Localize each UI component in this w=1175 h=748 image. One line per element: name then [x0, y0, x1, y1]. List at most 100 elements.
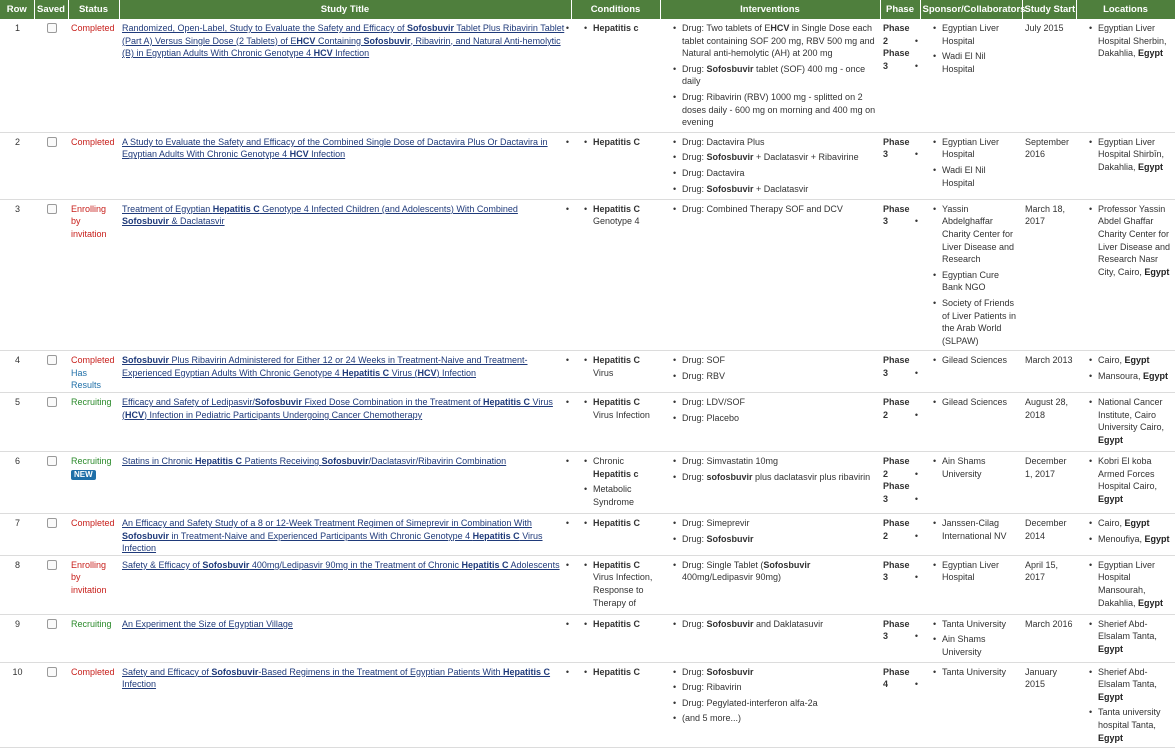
sponsor-item: Egyptian Liver Hospital [933, 559, 1020, 584]
status-text: Completed [71, 355, 115, 366]
save-checkbox[interactable] [46, 618, 57, 629]
sponsor-item: Tanta University [933, 666, 1020, 679]
header-study-start[interactable]: Study Start [1022, 0, 1077, 19]
header-study-title[interactable]: Study Title [119, 0, 572, 19]
locations-cell: Kobri El koba Armed Forces Hospital Cair… [1076, 451, 1175, 515]
save-checkbox[interactable] [46, 518, 57, 529]
has-results-link[interactable]: Has Results [71, 367, 117, 392]
study-title-link[interactable]: An Experiment the Size of Egyptian Villa… [122, 619, 293, 629]
conditions-cell: Hepatitis C Genotype 4 [571, 199, 660, 352]
row-number: 2 [0, 132, 34, 200]
save-checkbox[interactable] [46, 397, 57, 408]
location-item: Kobri El koba Armed Forces Hospital Cair… [1089, 455, 1173, 505]
save-checkbox[interactable] [46, 456, 57, 467]
study-start-cell: July 2015 [1022, 19, 1076, 133]
intervention-list: Drug: Single Tablet (Sofosbuvir 400mg/Le… [672, 559, 878, 584]
title-cell: Statins in Chronic Hepatitis C Patients … [119, 451, 571, 515]
phase-item: Phase 2 • [883, 518, 918, 541]
title-cell: An Efficacy and Safety Study of a 8 or 1… [119, 513, 571, 556]
locations-cell: Professor Yassin Abdel Ghaffar Charity C… [1076, 199, 1175, 352]
interventions-cell: Drug: Two tablets of EHCV in Single Dose… [660, 19, 880, 133]
table-row: 10 Completed Safety and Efficacy of Sofosb… [0, 662, 1175, 748]
save-checkbox[interactable] [46, 203, 57, 214]
study-title-link[interactable]: Treatment of Egyptian Hepatitis C Genoty… [122, 204, 518, 227]
sponsor-item: Yassin Abdelghaffar Charity Center for L… [933, 203, 1020, 266]
study-title-link[interactable]: Statins in Chronic Hepatitis C Patients … [122, 456, 506, 466]
condition-item: Hepatitis C [584, 618, 658, 631]
save-checkbox[interactable] [46, 23, 57, 33]
header-sponsor[interactable]: Sponsor/Collaborators [920, 0, 1025, 19]
header-saved[interactable]: Saved [34, 0, 69, 19]
status-cell: Enrolling by invitation [68, 199, 119, 352]
title-cell: Safety & Efficacy of Sofosbuvir 400mg/Le… [119, 555, 571, 615]
location-item: Egyptian Liver Hospital Sherbin, Dakahli… [1089, 22, 1173, 60]
status-cell: Recruiting [68, 392, 119, 453]
save-checkbox[interactable] [46, 559, 57, 570]
study-title-link[interactable]: Sofosbuvir Plus Ribavirin Administered f… [122, 355, 528, 378]
condition-item: Hepatitis C [584, 517, 658, 530]
study-start-cell: April 15, 2017 [1022, 555, 1076, 615]
study-title-link[interactable]: Efficacy and Safety of Ledipasvir/Sofosb… [122, 397, 553, 420]
study-title-link[interactable]: Randomized, Open-Label, Study to Evaluat… [122, 23, 564, 58]
intervention-item: Drug: SOF [673, 354, 878, 367]
table-row: 7 Completed An Efficacy and Safety Study o… [0, 513, 1175, 556]
intervention-list: Drug: Sofosbuvir Drug: Ribavirin Drug: Peg… [672, 666, 878, 725]
interventions-cell: Drug: Simvastatin 10mg Drug: sofosbuvir p… [660, 451, 880, 515]
sponsor-list: Tanta University Ain Shams University [932, 618, 1020, 659]
conditions-cell: Hepatitis C [571, 513, 660, 556]
sponsor-item: Egyptian Liver Hospital [933, 22, 1020, 47]
location-item: Tanta university hospital Tanta, Egypt [1089, 706, 1173, 744]
study-title-link[interactable]: Safety & Efficacy of Sofosbuvir 400mg/Le… [122, 560, 560, 570]
location-item: Menoufiya, Egypt [1089, 533, 1173, 546]
save-checkbox[interactable] [46, 666, 57, 677]
conditions-cell: Hepatitis C Virus [571, 350, 660, 394]
phase-cell: Phase 3 • [880, 132, 920, 200]
save-checkbox[interactable] [46, 355, 57, 366]
intervention-item: (and 5 more...) [673, 712, 878, 725]
intervention-item: Drug: Ribavirin (RBV) 1000 mg - splitted… [673, 91, 878, 129]
phase-cell: Phase 3 • [880, 614, 920, 663]
table-row: 9 Recruiting An Experiment the Size of Egy… [0, 614, 1175, 663]
row-number: 1 [0, 19, 34, 133]
condition-item: Hepatitis c [584, 22, 658, 35]
status-text: Recruiting [71, 456, 112, 467]
title-cell: Efficacy and Safety of Ledipasvir/Sofosb… [119, 392, 571, 453]
intervention-item: Drug: Sofosbuvir [673, 533, 878, 546]
interventions-cell: Drug: SOF Drug: RBV [660, 350, 880, 394]
sponsor-list: Yassin Abdelghaffar Charity Center for L… [932, 203, 1020, 348]
table-row: 4 Completed Has Results Sofosbuvir Plus Rib… [0, 350, 1175, 394]
intervention-item: Drug: Ribavirin [673, 681, 878, 694]
condition-list: Hepatitis C Virus Infection, Response to… [583, 559, 658, 609]
new-badge: NEW [71, 469, 96, 480]
header-locations[interactable]: Locations [1076, 0, 1175, 19]
phase-item: Phase 2 • [883, 456, 918, 479]
location-country: Egypt [1144, 533, 1170, 544]
table-row: 2 Completed A Study to Evaluate the Safety… [0, 132, 1175, 200]
locations-list: Sherief Abd-Elsalam Tanta, EgyptTanta un… [1088, 666, 1173, 745]
intervention-list: Drug: Two tablets of EHCV in Single Dose… [672, 22, 878, 129]
interventions-cell: Drug: Sofosbuvir Drug: Ribavirin Drug: Peg… [660, 662, 880, 748]
header-status[interactable]: Status [68, 0, 120, 19]
study-title-link[interactable]: A Study to Evaluate the Safety and Effic… [122, 137, 548, 160]
save-checkbox[interactable] [46, 136, 57, 147]
header-interventions[interactable]: Interventions [660, 0, 881, 19]
intervention-item: Drug: Dactavira Plus [673, 136, 878, 149]
condition-list: Chronic Hepatitis c Metabolic Syndrome [583, 455, 658, 508]
locations-list: Cairo, Egypt Mansoura, Egypt [1088, 354, 1173, 382]
study-title-link[interactable]: An Efficacy and Safety Study of a 8 or 1… [122, 518, 543, 553]
condition-list: Hepatitis C Genotype 4 [583, 203, 658, 228]
row-number: 5 [0, 392, 34, 453]
conditions-cell: Chronic Hepatitis c Metabolic Syndrome [571, 451, 660, 515]
header-conditions[interactable]: Conditions [571, 0, 661, 19]
sponsor-item: Gilead Sciences [933, 354, 1020, 367]
row-number: 8 [0, 555, 34, 615]
header-phase[interactable]: Phase [880, 0, 921, 19]
location-item: Sherief Abd-Elsalam Tanta, Egypt [1089, 666, 1173, 704]
title-cell: Sofosbuvir Plus Ribavirin Administered f… [119, 350, 571, 394]
status-cell: Completed [68, 513, 119, 556]
sponsor-cell: Yassin Abdelghaffar Charity Center for L… [920, 199, 1022, 352]
sponsor-cell: Egyptian Liver Hospital Wadi El Nil Hospi… [920, 132, 1022, 200]
header-row[interactable]: Row [0, 0, 35, 19]
sponsor-item: Ain Shams University [933, 633, 1020, 658]
study-title-link[interactable]: Safety and Efficacy of Sofosbuvir-Based … [122, 667, 550, 690]
